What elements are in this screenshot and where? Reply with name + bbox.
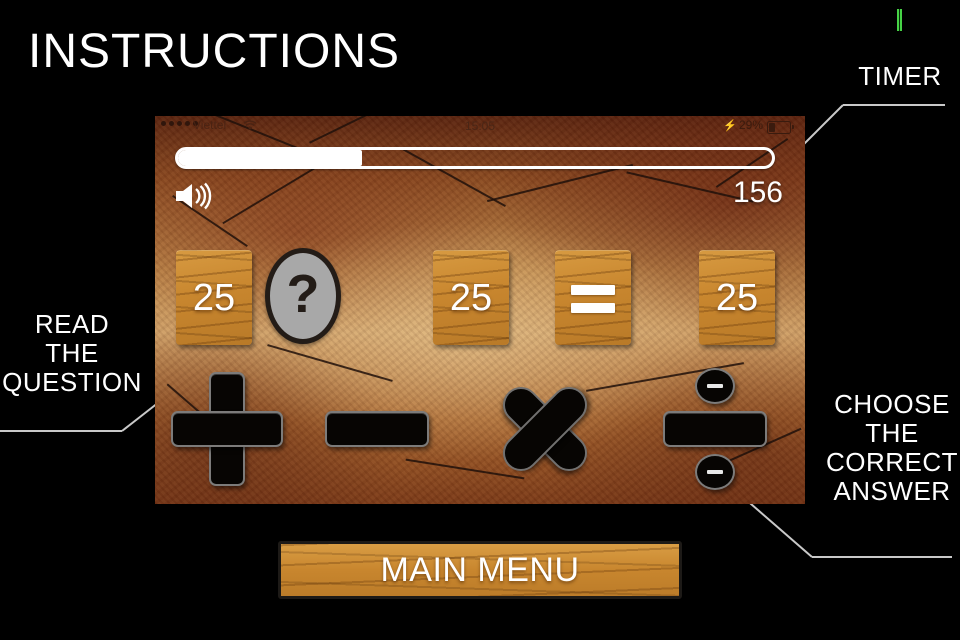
answer-tile-1[interactable]: 25: [176, 250, 252, 345]
divide-dot-dash-bottom: [707, 470, 723, 474]
page-title: INSTRUCTIONS: [28, 25, 400, 78]
question-mark-disc: ?: [265, 248, 341, 344]
main-menu-button-label: MAIN MENU: [380, 550, 580, 589]
question-mark-badge: ?: [265, 248, 341, 344]
answer-tile-3-value: 25: [715, 277, 759, 319]
annotation-choose-line2: THE: [865, 418, 919, 449]
plus-icon-horizontal: [171, 411, 283, 447]
equals-tile: =: [555, 250, 631, 345]
operator-row: [155, 366, 805, 496]
annotation-timer: TIMER: [845, 61, 955, 91]
question-mark-glyph: ?: [286, 264, 320, 324]
speaker-icon[interactable]: [173, 180, 213, 212]
phone-status-bar: Viettel 15:05 ⚡ 29%: [155, 116, 805, 136]
crack-decoration: [222, 165, 318, 225]
operator-minus-button[interactable]: [317, 366, 437, 492]
battery-icon: [767, 121, 794, 134]
annotation-choose-line1: CHOOSE: [834, 389, 950, 419]
green-artifact: [897, 9, 902, 31]
annotation-read-line3: QUESTION: [2, 367, 142, 398]
answer-tile-1-value: 25: [192, 277, 236, 319]
annotation-choose-answer: CHOOSE THE CORRECT ANSWER: [822, 389, 960, 507]
leader-line-choose-horizontal: [812, 556, 952, 558]
divide-icon-dot-top: [695, 368, 735, 404]
annotation-choose-line3: CORRECT: [825, 447, 959, 478]
annotation-choose-line4: ANSWER: [833, 476, 951, 507]
timer-bar-fill: [178, 150, 363, 166]
annotation-timer-line1: TIMER: [858, 61, 942, 91]
charging-bolt-icon: ⚡: [723, 120, 737, 132]
status-bar-clock: 15:05: [464, 119, 496, 133]
answer-tile-2-value: 25: [449, 277, 493, 319]
annotation-read-line2: THE: [45, 338, 99, 369]
timer-bar: [175, 147, 775, 169]
game-screen-preview: Viettel 15:05 ⚡ 29% 156 25 ? 25 25: [155, 116, 805, 504]
main-menu-button[interactable]: MAIN MENU: [278, 541, 682, 599]
leader-line-read-horizontal: [0, 430, 122, 432]
operator-divide-button[interactable]: [655, 366, 775, 492]
answer-tile-2[interactable]: 25: [433, 250, 509, 345]
battery-fill: [769, 123, 776, 132]
leader-line-timer-horizontal: [843, 104, 945, 106]
annotation-read-line1: READ: [34, 309, 110, 339]
annotation-read-question: READ THE QUESTION: [2, 309, 142, 398]
minus-icon: [325, 411, 429, 447]
divide-dot-dash-top: [707, 384, 723, 388]
score-counter: 156: [732, 176, 783, 209]
battery-percent-label: 29%: [738, 118, 763, 132]
divide-icon-dot-bottom: [695, 454, 735, 490]
instructions-screen: INSTRUCTIONS TIMER READ THE QUESTION CHO…: [0, 0, 960, 640]
equals-bar-top: [571, 285, 615, 295]
equals-bar-bottom: [571, 303, 615, 313]
crack-decoration: [486, 163, 634, 203]
divide-icon-bar: [663, 411, 767, 447]
operator-plus-button[interactable]: [167, 366, 287, 492]
answer-tile-3[interactable]: 25: [699, 250, 775, 345]
operator-multiply-button[interactable]: [485, 366, 605, 492]
equation-row: 25 ? 25 = 25: [155, 248, 805, 348]
